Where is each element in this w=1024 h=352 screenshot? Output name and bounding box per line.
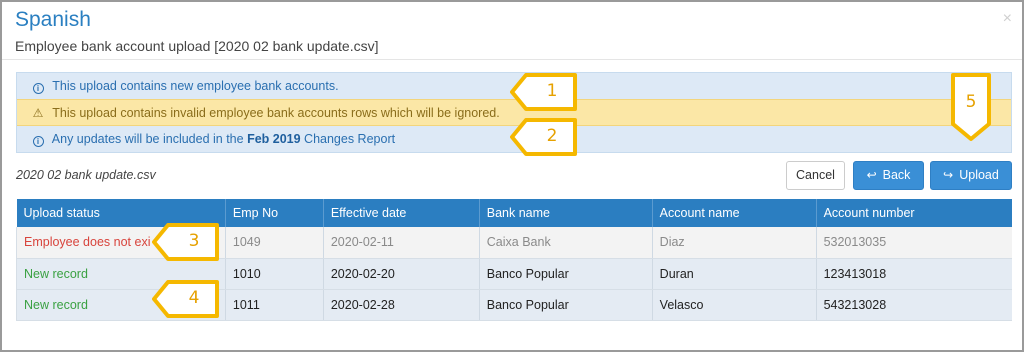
upload-button-label: Upload bbox=[959, 168, 999, 182]
warning-triangle-icon: ⚠ bbox=[32, 106, 44, 120]
account-number-cell: 123413018 bbox=[816, 258, 1012, 290]
alert-new-accounts-text: This upload contains new employee bank a… bbox=[52, 79, 339, 93]
share-arrow-icon: ↪ bbox=[943, 168, 954, 182]
alert-updates-period: Feb 2019 bbox=[247, 132, 301, 146]
back-button[interactable]: ↩ Back bbox=[853, 161, 924, 190]
account-name-cell: Diaz bbox=[652, 227, 817, 259]
file-name: 2020 02 bank update.csv bbox=[16, 168, 156, 182]
alert-updates-suffix: Changes Report bbox=[300, 132, 396, 146]
bank-name-cell: Caixa Bank bbox=[479, 227, 653, 259]
account-number-cell: 543213028 bbox=[816, 289, 1012, 321]
account-name-cell: Velasco bbox=[652, 289, 817, 321]
modal-header: Spanish Employee bank account upload [20… bbox=[2, 2, 1022, 60]
emp-no-cell: 1010 bbox=[225, 258, 324, 290]
callout-3: 3 bbox=[152, 222, 220, 262]
callout-2: 2 bbox=[510, 117, 578, 157]
cancel-button[interactable]: Cancel bbox=[786, 161, 845, 190]
callout-5: 5 bbox=[950, 72, 992, 142]
emp-no-cell: 1049 bbox=[225, 227, 324, 259]
modal-subtitle: Employee bank account upload [2020 02 ba… bbox=[15, 38, 379, 54]
account-name-cell: Duran bbox=[652, 258, 817, 290]
callout-4: 4 bbox=[152, 279, 220, 319]
info-circle-icon: i bbox=[31, 73, 45, 100]
callout-number: 5 bbox=[965, 92, 977, 112]
upload-button[interactable]: ↪ Upload bbox=[930, 161, 1012, 190]
alert-updates-prefix: Any updates will be included in the bbox=[51, 132, 248, 146]
effective-date-cell: 2020-02-28 bbox=[323, 289, 480, 321]
bank-name-cell: Banco Popular bbox=[479, 289, 653, 321]
reply-arrow-icon: ↩ bbox=[866, 168, 877, 182]
callout-1: 1 bbox=[510, 72, 578, 112]
cancel-button-label: Cancel bbox=[796, 168, 835, 182]
account-number-cell: 532013035 bbox=[816, 227, 1012, 259]
modal-title: Spanish bbox=[15, 8, 91, 31]
modal-dialog: Spanish Employee bank account upload [20… bbox=[0, 0, 1024, 352]
column-header: Account number bbox=[816, 199, 1012, 227]
callout-number: 3 bbox=[188, 231, 200, 251]
info-circle-icon: i bbox=[31, 126, 45, 153]
close-icon[interactable]: × bbox=[1003, 10, 1012, 28]
back-button-label: Back bbox=[882, 168, 911, 182]
emp-no-cell: 1011 bbox=[225, 289, 324, 321]
column-header: Emp No bbox=[225, 199, 324, 227]
bank-name-cell: Banco Popular bbox=[479, 258, 653, 290]
alert-invalid-rows-text: This upload contains invalid employee ba… bbox=[52, 106, 500, 120]
callout-number: 1 bbox=[546, 81, 558, 101]
column-header: Account name bbox=[652, 199, 817, 227]
column-header: Bank name bbox=[479, 199, 653, 227]
column-header: Effective date bbox=[323, 199, 480, 227]
callout-number: 4 bbox=[188, 288, 200, 308]
callout-number: 2 bbox=[546, 126, 558, 146]
effective-date-cell: 2020-02-20 bbox=[323, 258, 480, 290]
effective-date-cell: 2020-02-11 bbox=[323, 227, 480, 259]
